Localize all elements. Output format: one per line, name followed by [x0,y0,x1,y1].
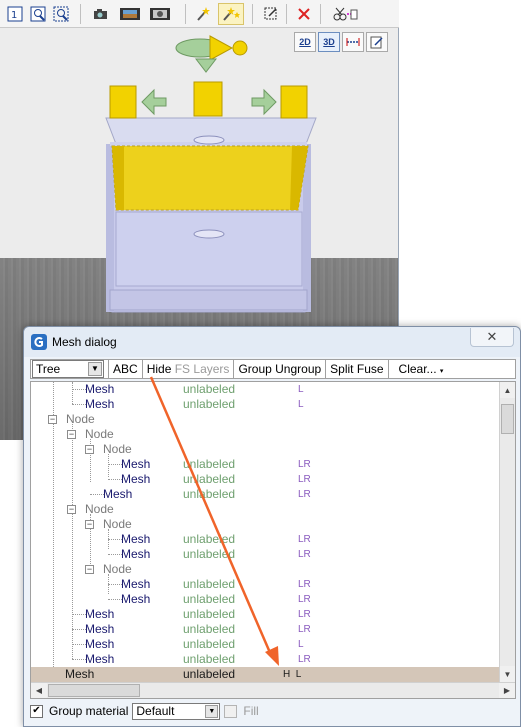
tree-row[interactable]: Mesh unlabeled L [31,382,501,397]
tree-row[interactable]: − Node [31,502,501,517]
delete-icon[interactable] [293,3,315,25]
gizmo-rotate-arrow [209,35,234,61]
film-icon[interactable] [117,3,143,25]
fill-checkbox[interactable] [224,704,238,718]
layers-button[interactable]: Layers [193,362,229,376]
view-mode-select[interactable]: Tree ▼ [32,360,104,378]
material-select[interactable]: Default ▼ [132,702,221,720]
magic-wand-multi-icon[interactable] [218,3,244,25]
scroll-down-icon[interactable]: ▼ [500,666,515,682]
magic-wand-icon[interactable] [192,3,214,25]
dialog-title: Mesh dialog [52,335,117,349]
resize-icon[interactable] [260,3,282,25]
tree-row[interactable]: − Node [31,412,501,427]
collapse-icon[interactable]: − [67,505,76,514]
tree-row[interactable]: Mesh unlabeled LR [31,592,501,607]
tree-row-selected[interactable]: Mesh unlabeled H L [31,667,501,682]
cabinet-base [109,289,308,311]
scroll-left-icon[interactable]: ◀ [31,683,47,698]
tree-row[interactable]: − Node [31,427,501,442]
film-view-icon[interactable] [147,3,173,25]
chevron-down-icon: ▾ [439,368,444,375]
tree-row[interactable]: Mesh unlabeled LR [31,607,501,622]
tree-row[interactable]: Mesh unlabeled LR [31,577,501,592]
select-1-icon[interactable]: 1 [4,3,26,25]
svg-text:1: 1 [11,10,17,21]
tree-row[interactable]: Mesh unlabeled LR [31,472,501,487]
zoom-window-icon[interactable] [27,3,49,25]
selected-drawer [111,145,309,211]
ungroup-button[interactable]: Ungroup [275,362,321,376]
tree-row[interactable]: Mesh unlabeled L [31,397,501,412]
chevron-down-icon[interactable]: ▼ [205,704,219,718]
collapse-icon[interactable]: − [85,565,94,574]
collapse-icon[interactable]: − [85,445,94,454]
group-controls: Group Ungroup [234,360,327,378]
group-button[interactable]: Group [238,362,271,376]
mesh-dialog: Mesh dialog ✕ Tree ▼ ABC Hide FS Layers … [23,326,521,727]
tree-rows: Mesh unlabeled L Mesh unlabeled L − Node… [31,382,501,682]
scroll-right-icon[interactable]: ▶ [499,683,515,698]
close-button[interactable]: ✕ [470,328,514,347]
tree-row[interactable]: Mesh unlabeled LR [31,622,501,637]
gizmo-arrow-right [251,88,277,116]
drawer-handle-upper [193,135,225,145]
cabinet-side-left [106,144,114,312]
fill-label: Fill [243,704,259,718]
hide-group: Hide FS Layers [143,360,235,378]
zoom-extents-icon[interactable] [50,3,72,25]
horizontal-scrollbar[interactable]: ◀ ▶ [31,682,515,698]
camera-icon[interactable] [90,3,112,25]
tree-row[interactable]: − Node [31,562,501,577]
group-material-label: Group material [49,704,129,718]
fs-button[interactable]: FS [175,362,190,376]
tree-row[interactable]: Mesh unlabeled LR [31,547,501,562]
group-material-checkbox[interactable]: ✔ [30,704,43,718]
dialog-title-bar[interactable]: Mesh dialog ✕ [24,327,520,357]
collapse-icon[interactable]: − [85,520,94,529]
tree-row[interactable]: Mesh unlabeled LR [31,532,501,547]
scroll-thumb[interactable] [501,404,514,434]
gizmo-handle-right [280,85,308,119]
hide-button[interactable]: Hide [147,362,172,376]
vertical-scrollbar[interactable]: ▲ ▼ [499,382,515,682]
tree-row[interactable]: − Node [31,442,501,457]
clear-button[interactable]: Clear... [399,362,437,376]
split-controls: Split Fuse [326,360,389,378]
material-value: Default [136,703,175,718]
chevron-down-icon[interactable]: ▼ [88,362,102,376]
abc-button[interactable]: ABC [108,360,143,378]
editor-toolbar: 1 [0,0,399,28]
cut-icon[interactable] [330,3,360,25]
mesh-tree[interactable]: Mesh unlabeled L Mesh unlabeled L − Node… [30,381,516,699]
gizmo-handle-left [109,85,137,119]
view-mode-value: Tree [36,362,61,376]
tree-row[interactable]: − Node [31,517,501,532]
clear-menu[interactable]: Clear... ▾ [389,360,448,378]
gizmo-arrow-left [141,88,167,116]
fuse-button[interactable]: Fuse [357,362,384,376]
tree-row[interactable]: Mesh unlabeled LR [31,487,501,502]
drawer-lower [115,211,303,287]
tree-row[interactable]: Mesh unlabeled L [31,637,501,652]
dialog-footer: ✔ Group material Default ▼ Fill [30,701,516,721]
split-button[interactable]: Split [330,362,353,376]
scroll-thumb[interactable] [48,684,140,697]
collapse-icon[interactable]: − [67,430,76,439]
tree-row[interactable]: Mesh unlabeled LR [31,652,501,667]
scroll-up-icon[interactable]: ▲ [500,382,515,398]
drawer-handle-lower [193,229,225,239]
app-logo-icon [31,334,47,350]
tree-row[interactable]: Mesh unlabeled LR [31,457,501,472]
dialog-toolbar: Tree ▼ ABC Hide FS Layers Group Ungroup … [30,359,516,379]
collapse-icon[interactable]: − [48,415,57,424]
gizmo-handle-top [193,81,223,117]
